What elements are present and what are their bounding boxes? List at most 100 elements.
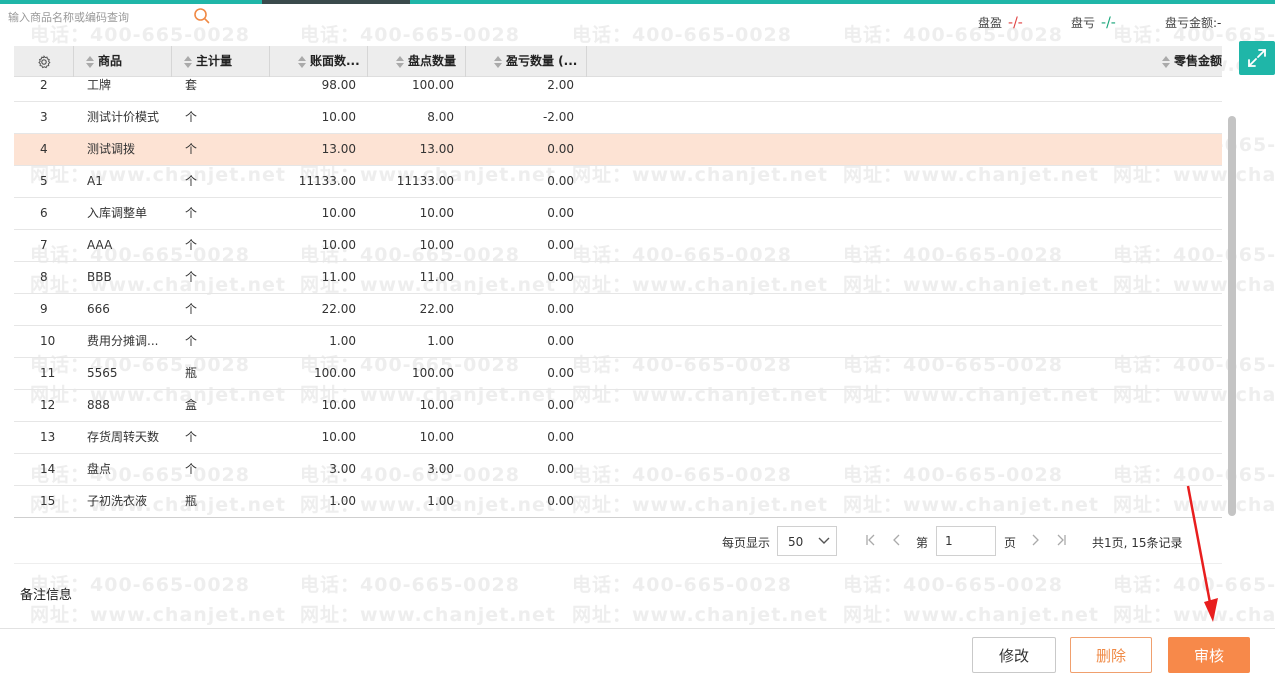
table-row[interactable]: 12 888 盒 10.00 10.00 0.00 <box>14 390 1222 422</box>
cell-product: 测试调拨 <box>87 142 136 156</box>
action-bar: 修改 删除 审核 <box>0 628 1275 675</box>
chevron-down-icon <box>818 537 830 544</box>
cell-unit: 盒 <box>185 398 198 412</box>
table-row[interactable]: 10 费用分摊调... 个 1.00 1.00 0.00 <box>14 326 1222 358</box>
cell-row-number: 2 <box>40 78 48 92</box>
cell-row-number: 12 <box>40 398 56 412</box>
cell-product: 工牌 <box>87 78 112 92</box>
pagination: 每页显示 50 第 页 共1页, 15条记录 <box>700 524 1220 558</box>
cell-diff-qty: 0.00 <box>547 462 574 476</box>
cell-count-qty: 10.00 <box>419 206 454 220</box>
cell-book-qty: 13.00 <box>321 142 356 156</box>
prev-page-icon[interactable] <box>890 533 904 547</box>
cell-row-number: 4 <box>40 142 48 156</box>
column-header-unit[interactable]: 主计量 <box>172 46 270 77</box>
loss-amount-value: - <box>1217 16 1222 30</box>
watermark-site: 网址：www.chanjet.net <box>572 604 828 626</box>
cell-diff-qty: 0.00 <box>547 398 574 412</box>
cell-row-number: 8 <box>40 270 48 284</box>
cell-product: BBB <box>87 270 112 284</box>
page-prefix: 第 <box>916 536 929 550</box>
page-number-input[interactable] <box>936 526 996 556</box>
column-settings[interactable] <box>14 46 74 77</box>
cell-count-qty: 8.00 <box>427 110 454 124</box>
cell-unit: 瓶 <box>185 494 198 508</box>
cell-row-number: 14 <box>40 462 56 476</box>
cell-diff-qty: 0.00 <box>547 366 574 380</box>
table-row[interactable]: 4 测试调拨 个 13.00 13.00 0.00 <box>14 134 1222 166</box>
table-row[interactable]: 15 子初洗衣液 瓶 1.00 1.00 0.00 <box>14 486 1222 518</box>
gear-icon <box>37 54 51 68</box>
table-row[interactable]: 13 存货周转天数 个 10.00 10.00 0.00 <box>14 422 1222 454</box>
table-row[interactable]: 11 5565 瓶 100.00 100.00 0.00 <box>14 358 1222 390</box>
cell-book-qty: 10.00 <box>321 238 356 252</box>
last-page-icon[interactable] <box>1054 533 1068 547</box>
cell-product: 5565 <box>87 366 118 380</box>
watermark-phone: 电话：400-665-0028 <box>843 574 1063 596</box>
cell-count-qty: 11.00 <box>419 270 454 284</box>
product-search-input[interactable] <box>8 6 188 28</box>
table-body: 2 工牌套 98.00 100.00 2.00 3 测试计价模式个 10.00 8.00 -2.0… <box>14 77 1222 518</box>
remarks-label: 备注信息 <box>20 588 73 603</box>
column-header-product[interactable]: 商品 <box>74 46 172 77</box>
cell-product: 盘点 <box>87 462 112 476</box>
fullscreen-button[interactable] <box>1239 41 1275 75</box>
page-size-select[interactable]: 50 <box>777 526 837 556</box>
watermark-site: 网址：www.chanjet.net <box>30 604 286 626</box>
cell-row-number: 9 <box>40 302 48 316</box>
watermark-phone: 电话：400-665-0028 <box>572 574 792 596</box>
watermark-site: 网址：www.chanjet.net <box>1113 604 1275 626</box>
sort-icon <box>86 55 94 68</box>
approve-button[interactable]: 审核 <box>1168 637 1250 673</box>
sort-icon <box>1162 55 1170 68</box>
pagination-total: 共1页, 15条记录 <box>1092 536 1183 550</box>
column-header-diff-qty[interactable]: 盈亏数量 (... <box>466 46 587 77</box>
cell-row-number: 5 <box>40 174 48 188</box>
table-row[interactable]: 8 BBB 个 11.00 11.00 0.00 <box>14 262 1222 294</box>
column-header-count-qty[interactable]: 盘点数量 <box>368 46 466 77</box>
cell-row-number: 13 <box>40 430 56 444</box>
cell-unit: 个 <box>185 174 198 188</box>
delete-button[interactable]: 删除 <box>1070 637 1152 673</box>
table-row[interactable]: 7 AAA 个 10.00 10.00 0.00 <box>14 230 1222 262</box>
column-header-retail-amount[interactable]: 零售金额 <box>1150 46 1222 77</box>
loss-amount-label: 盘亏金额: <box>1165 16 1218 30</box>
table-row[interactable]: 6 入库调整单 个 10.00 10.00 0.00 <box>14 198 1222 230</box>
table-row[interactable]: 5 A1 个 11133.00 11133.00 0.00 <box>14 166 1222 198</box>
watermark-site: 网址：www.chanjet.net <box>300 604 556 626</box>
cell-book-qty: 10.00 <box>321 110 356 124</box>
cell-book-qty: 10.00 <box>321 430 356 444</box>
gain-label: 盘盈 <box>978 16 1003 30</box>
summary-gain: 盘盈 -/- <box>978 14 1023 31</box>
table-row[interactable]: 3 测试计价模式 个 10.00 8.00 -2.00 <box>14 102 1222 134</box>
search-icon[interactable] <box>193 7 211 25</box>
watermark-phone: 电话：400-665-0028 <box>572 24 792 46</box>
scrollbar-thumb[interactable] <box>1228 116 1236 516</box>
cell-diff-qty: 0.00 <box>547 430 574 444</box>
column-header-book-qty[interactable]: 账面数... <box>270 46 368 77</box>
table-row[interactable]: 2 工牌 套 98.00 100.00 2.00 <box>14 77 1222 102</box>
cell-product: 子初洗衣液 <box>87 494 148 508</box>
cell-row-number: 3 <box>40 110 48 124</box>
cell-count-qty: 3.00 <box>427 462 454 476</box>
cell-row-number: 11 <box>40 366 56 380</box>
cell-product: 费用分摊调... <box>87 334 159 348</box>
cell-book-qty: 22.00 <box>321 302 356 316</box>
cell-book-qty: 98.00 <box>321 78 356 92</box>
edit-button[interactable]: 修改 <box>972 637 1056 673</box>
cell-diff-qty: 0.00 <box>547 334 574 348</box>
cell-book-qty: 10.00 <box>321 206 356 220</box>
watermark-phone: 电话：400-665-0028 <box>1113 574 1275 596</box>
sort-icon <box>298 55 306 68</box>
cell-diff-qty: 0.00 <box>547 238 574 252</box>
cell-count-qty: 13.00 <box>419 142 454 156</box>
cell-count-qty: 1.00 <box>427 494 454 508</box>
active-tab-indicator <box>262 0 410 4</box>
next-page-icon[interactable] <box>1028 533 1042 547</box>
first-page-icon[interactable] <box>864 533 878 547</box>
cell-row-number: 6 <box>40 206 48 220</box>
table-row[interactable]: 9 666 个 22.00 22.00 0.00 <box>14 294 1222 326</box>
cell-count-qty: 10.00 <box>419 238 454 252</box>
table-row[interactable]: 14 盘点 个 3.00 3.00 0.00 <box>14 454 1222 486</box>
cell-diff-qty: -2.00 <box>542 110 574 124</box>
